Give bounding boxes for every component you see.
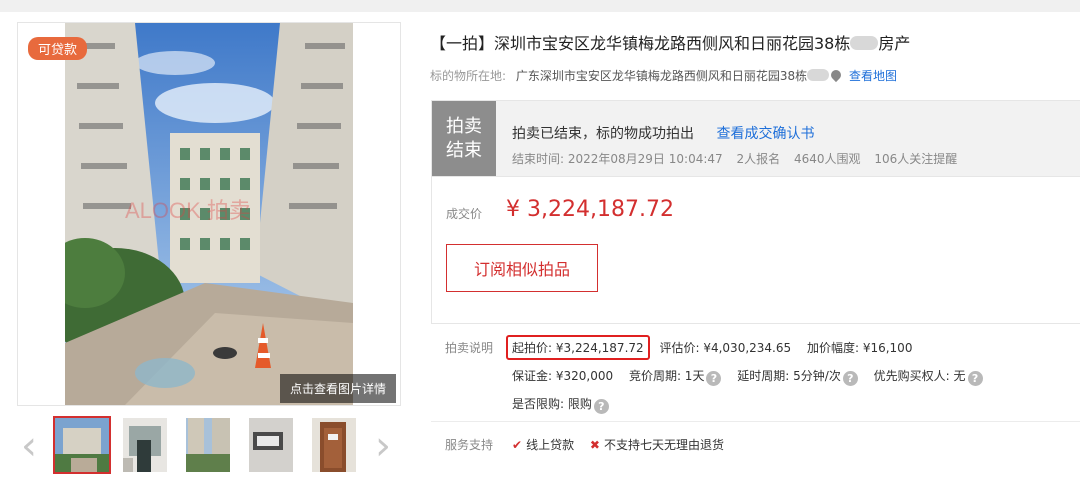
thumbnail-2[interactable] (123, 418, 167, 472)
bid-increment: 加价幅度: ¥16,100 (806, 341, 913, 355)
follower-count: 106人关注提醒 (874, 152, 958, 166)
prev-arrow-icon[interactable]: ‹ (17, 426, 41, 466)
divider (431, 421, 1080, 422)
page-title: 【一拍】深圳市宝安区龙华镇梅龙路西侧风和日丽花园38栋 房产 (430, 30, 910, 54)
thumbnail-5[interactable] (312, 418, 356, 472)
auction-status-panel: 拍卖 结束 拍卖已结束，标的物成功拍出 查看成交确认书 结束时间: 2022年0… (431, 100, 1080, 177)
thumbnail-4[interactable] (249, 418, 293, 472)
deal-price-value: ¥ 3,224,187.72 (506, 197, 674, 222)
deal-price-panel: 成交价 ¥ 3,224,187.72 订阅相似拍品 (431, 176, 1080, 324)
service-no-return: 不支持七天无理由退货 (603, 438, 724, 452)
auction-info-row-2: 保证金: ¥320,000 竞价周期: 1天? 延时周期: 5分钟/次? 优先购… (512, 367, 995, 386)
appraisal-price: 评估价: ¥4,030,234.65 (659, 341, 792, 355)
status-meta-row: 结束时间: 2022年08月29日 10:04:47 2人报名 4640人围观 … (512, 150, 967, 167)
redacted-mark (850, 36, 879, 50)
status-tag-line2: 结束 (446, 140, 482, 161)
title-prefix: 【一拍】深圳市宝安区龙华镇梅龙路西侧风和日丽花园38栋 (430, 34, 851, 53)
signup-count: 2人报名 (736, 152, 781, 166)
next-arrow-icon[interactable]: › (371, 426, 395, 466)
help-icon[interactable]: ? (706, 371, 722, 386)
start-price: 起拍价: ¥3,224,187.72 (512, 341, 644, 355)
location-row: 标的物所在地: 广东深圳市宝安区龙华镇梅龙路西侧风和日丽花园38栋 查看地图 (430, 67, 897, 84)
building-photo: ALOOK 拍卖 (65, 23, 353, 405)
service-row: ✔ 线上贷款 ✖ 不支持七天无理由退货 (512, 436, 736, 453)
status-tag: 拍卖 结束 (432, 101, 496, 177)
deposit: 保证金: ¥320,000 (512, 369, 614, 383)
bid-cycle: 竞价周期: 1天 (628, 369, 705, 383)
service-label: 服务支持 (445, 438, 494, 452)
status-tag-line1: 拍卖 (446, 116, 482, 137)
auction-info-label: 拍卖说明 (445, 341, 494, 355)
watermark: ALOOK 拍卖 (125, 198, 251, 223)
location-address: 广东深圳市宝安区龙华镇梅龙路西侧风和日丽花园38栋 (515, 69, 808, 83)
view-count: 4640人围观 (793, 152, 861, 166)
delay-cycle: 延时周期: 5分钟/次 (737, 369, 841, 383)
check-icon: ✔ (512, 438, 523, 452)
help-icon[interactable]: ? (967, 371, 983, 386)
top-bar (0, 0, 1080, 12)
main-photo[interactable]: ALOOK 拍卖 可贷款 点击查看图片详情 (17, 22, 401, 406)
help-icon[interactable]: ? (842, 371, 858, 386)
cross-icon: ✖ (589, 438, 600, 452)
start-price-highlight: 起拍价: ¥3,224,187.72 (506, 335, 650, 360)
subscribe-similar-button[interactable]: 订阅相似拍品 (446, 244, 598, 292)
auction-info-row-3: 是否限购: 限购? (512, 395, 609, 414)
end-time: 结束时间: 2022年08月29日 10:04:47 (512, 152, 723, 166)
priority-buyer: 优先购买权人: 无 (873, 369, 966, 383)
deal-price-label: 成交价 (446, 207, 483, 221)
thumbnail-3[interactable] (186, 418, 230, 472)
view-details-button[interactable]: 点击查看图片详情 (279, 374, 396, 403)
thumbnail-strip: ‹ › (17, 414, 399, 480)
purchase-restriction: 是否限购: 限购 (512, 397, 592, 411)
title-suffix: 房产 (878, 34, 911, 53)
confirm-letter-link[interactable]: 查看成交确认书 (716, 126, 814, 142)
status-message: 拍卖已结束，标的物成功拍出 (512, 126, 694, 142)
auction-info-row-1: 起拍价: ¥3,224,187.72 评估价: ¥4,030,234.65 加价… (506, 335, 924, 360)
thumbnail-1[interactable] (53, 416, 111, 474)
redacted-mark (807, 69, 830, 81)
service-loan: 线上贷款 (526, 438, 575, 452)
status-message-row: 拍卖已结束，标的物成功拍出 查看成交确认书 (512, 123, 814, 143)
map-pin-icon (829, 67, 844, 83)
view-map-link[interactable]: 查看地图 (849, 69, 897, 83)
help-icon[interactable]: ? (593, 399, 609, 414)
location-label: 标的物所在地: (430, 69, 507, 83)
loan-badge: 可贷款 (28, 37, 88, 60)
